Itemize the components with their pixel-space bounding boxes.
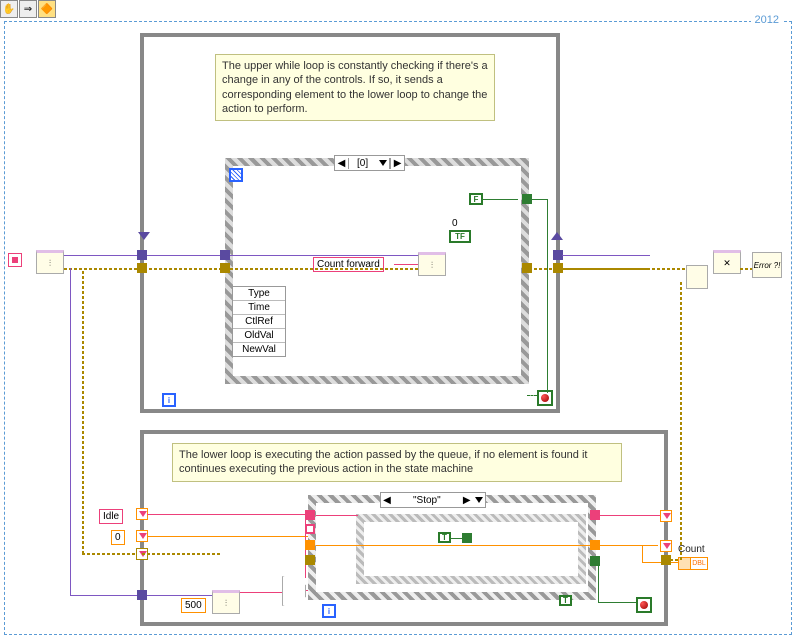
err-out-wire <box>562 268 692 270</box>
event-case-selector[interactable]: ◀ [0] ▶ <box>334 155 405 171</box>
case-in-state2 <box>305 524 315 534</box>
enqueue-node[interactable]: ⫶ <box>418 252 446 276</box>
stop-term-upper[interactable] <box>537 390 553 406</box>
true-const-2[interactable]: T <box>559 595 572 606</box>
shift-reg-pink-right[interactable] <box>660 510 672 522</box>
stop-term-lower[interactable] <box>636 597 652 613</box>
stop-wire-lower-v <box>598 561 599 603</box>
block-diagram-canvas[interactable]: 2012 ⫶ The upper while loop is constantl… <box>0 0 797 641</box>
case-in-err <box>305 555 315 565</box>
qref-into-event <box>140 255 220 256</box>
dequeue-node[interactable]: ⫶ <box>212 590 240 614</box>
release-queue-node[interactable]: ✕ <box>713 250 741 274</box>
event-term-oldval[interactable]: OldVal <box>233 329 285 343</box>
qref-out-wire <box>562 255 650 256</box>
inner-structure[interactable] <box>356 514 586 584</box>
case-out-data <box>590 540 600 550</box>
err-inside-event <box>230 268 418 270</box>
tf-indicator[interactable]: TF <box>449 230 471 243</box>
data-to-ind <box>642 562 678 563</box>
iteration-term-lower: i <box>322 604 336 618</box>
err-into-lower <box>82 553 142 555</box>
event-prev-case[interactable]: ◀ <box>335 158 349 169</box>
event-next-case[interactable]: ▶ <box>390 158 404 169</box>
iteration-term-upper: i <box>162 393 176 407</box>
inner-t-wire <box>450 538 464 539</box>
state-wire <box>147 514 305 515</box>
case-in-data <box>305 540 315 550</box>
data-to-count <box>600 545 658 546</box>
event-dropdown[interactable] <box>376 158 390 169</box>
err-tunnel-loop-in <box>137 263 147 273</box>
queue-ref-wire <box>64 255 140 256</box>
case-in-state <box>305 510 315 520</box>
stop-wire-horz <box>530 199 548 200</box>
timeout-const[interactable]: 500 <box>181 598 206 613</box>
event-data-terminals: Type Time CtlRef OldVal NewVal <box>232 286 286 357</box>
sr-arrow-upper-right <box>551 232 563 240</box>
state-to-sr <box>600 515 660 516</box>
err-up-to-merge <box>680 280 682 560</box>
count-indicator[interactable]: DBL <box>678 557 708 570</box>
err-tunnel-event-in <box>220 263 230 273</box>
case-selector[interactable]: ◀ "Stop" ▶ <box>380 492 486 508</box>
err-final <box>740 268 752 270</box>
data-through <box>316 545 590 546</box>
case-next[interactable]: ▶ <box>461 495 473 506</box>
event-term-ctlref[interactable]: CtlRef <box>233 315 285 329</box>
zero-const[interactable]: 0 <box>111 530 125 545</box>
queue-datatype-const[interactable] <box>8 253 22 267</box>
stop-wire-upper <box>527 395 537 396</box>
event-term-newval[interactable]: NewVal <box>233 343 285 356</box>
qref-down <box>70 268 71 596</box>
shift-reg-orange-right[interactable] <box>660 540 672 552</box>
err-tunnel-event-out <box>522 263 532 273</box>
stop-wire-lower <box>598 602 636 603</box>
err-down <box>82 270 84 554</box>
qref-tunnel-loop <box>137 250 147 260</box>
deq-to-select <box>240 592 282 593</box>
qref-tunnel-lower <box>137 590 147 600</box>
data-branch-down <box>642 545 643 563</box>
case-out-state <box>590 510 600 520</box>
count-label: Count <box>678 544 705 555</box>
tf-indicator-label: 0 <box>452 218 458 229</box>
state-through <box>316 515 358 516</box>
case-prev[interactable]: ◀ <box>381 495 393 506</box>
event-term-time[interactable]: Time <box>233 301 285 315</box>
obtain-queue-node[interactable]: ⫶ <box>36 250 64 274</box>
bool-wire-1 <box>481 199 518 200</box>
err-out-lower <box>670 559 680 561</box>
lower-comment: The lower loop is executing the action p… <box>172 443 622 482</box>
event-timeout-term[interactable] <box>229 168 243 182</box>
idle-const[interactable]: Idle <box>99 509 123 524</box>
qref-inside-event <box>230 255 418 256</box>
upper-comment: The upper while loop is constantly check… <box>215 54 495 121</box>
event-case-label: [0] <box>349 158 376 169</box>
sr-arrow-upper-left <box>138 232 150 240</box>
error-handler-node[interactable]: Error ?! <box>752 252 782 278</box>
qref-into-lower <box>70 595 142 596</box>
stop-wire-vert <box>547 199 548 393</box>
diagram-year-label: 2012 <box>751 14 783 26</box>
enqueue-data-wire <box>394 264 418 265</box>
event-term-type[interactable]: Type <box>233 287 285 301</box>
qref-into-dequeue <box>142 595 212 596</box>
data-wire <box>147 536 317 537</box>
err-wire-lower <box>142 553 222 555</box>
qref-tunnel-event <box>220 250 230 260</box>
merge-errors-node[interactable] <box>686 265 708 289</box>
case-label: "Stop" <box>393 495 461 506</box>
case-dropdown[interactable] <box>473 495 485 506</box>
